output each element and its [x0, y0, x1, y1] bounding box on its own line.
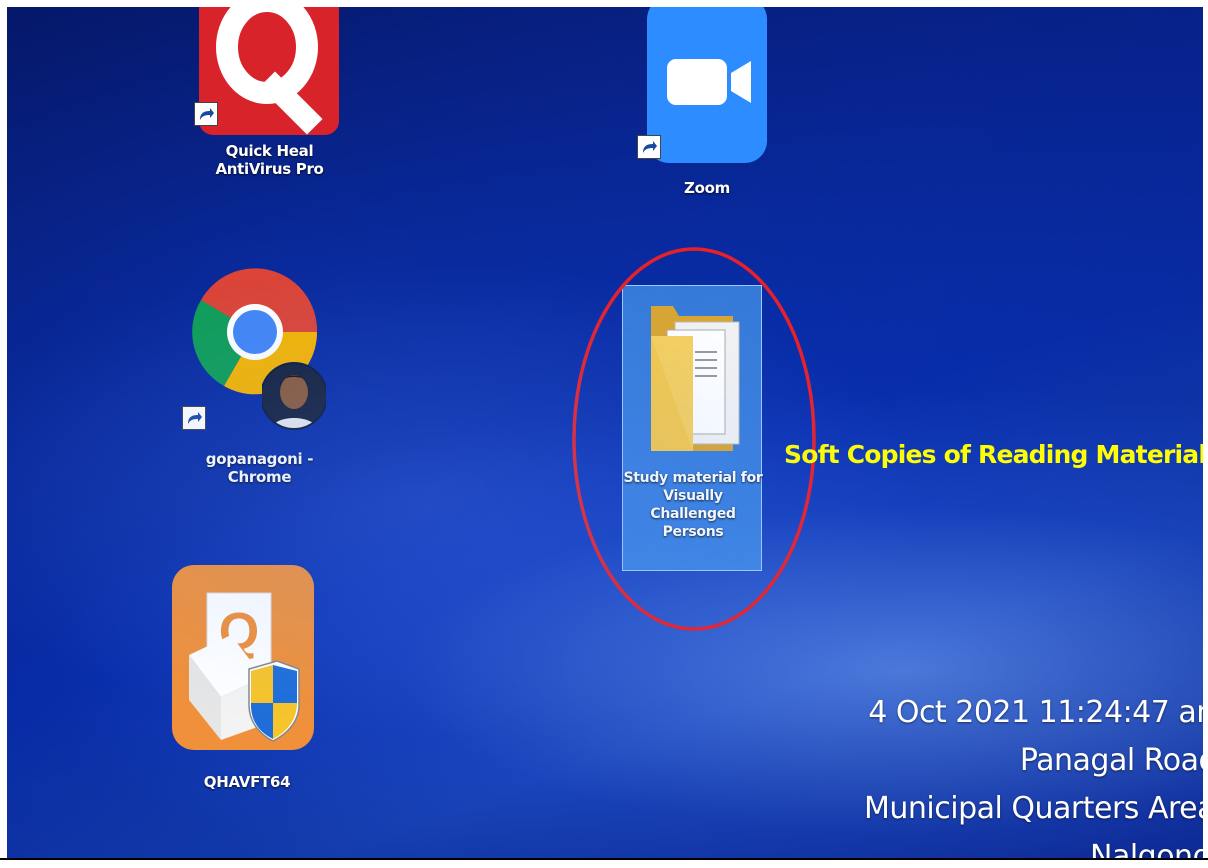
photo-location-city: Nalgonda: [1090, 839, 1203, 858]
desktop: Quick Heal AntiVirus Pro Zoom gopanagoni…: [7, 7, 1203, 858]
icon-label-line: Chrome: [227, 468, 292, 486]
user-avatar: [262, 362, 326, 430]
icon-label-line: gopanagoni -: [205, 450, 314, 468]
qh-installer-icon: Q: [172, 565, 314, 750]
icon-label-line: Quick Heal: [225, 142, 314, 160]
quick-heal-shortcut[interactable]: Quick Heal AntiVirus Pro: [187, 7, 347, 207]
photo-timestamp: 4 Oct 2021 11:24:47 am: [868, 695, 1203, 730]
zoom-shortcut[interactable]: Zoom: [627, 7, 787, 207]
shortcut-arrow-icon: [194, 102, 218, 126]
page-border-bottom: [0, 858, 1208, 868]
icon-label-line: QHAVFT64: [203, 773, 291, 791]
icon-label-line: AntiVirus Pro: [215, 160, 324, 178]
page-border-right: [1203, 7, 1208, 858]
shortcut-arrow-icon: [637, 135, 661, 159]
qhavft64-shortcut[interactable]: Q QHAVFT64: [167, 565, 327, 805]
annotation-text: Soft Copies of Reading Material: [784, 440, 1203, 469]
chrome-shortcut[interactable]: gopanagoni - Chrome: [172, 260, 347, 500]
photo-location-road: Panagal Road: [1019, 743, 1203, 778]
photo-location-area: Municipal Quarters Area: [864, 791, 1203, 826]
icon-label-line: Zoom: [684, 179, 730, 197]
shortcut-arrow-icon: [182, 406, 206, 430]
